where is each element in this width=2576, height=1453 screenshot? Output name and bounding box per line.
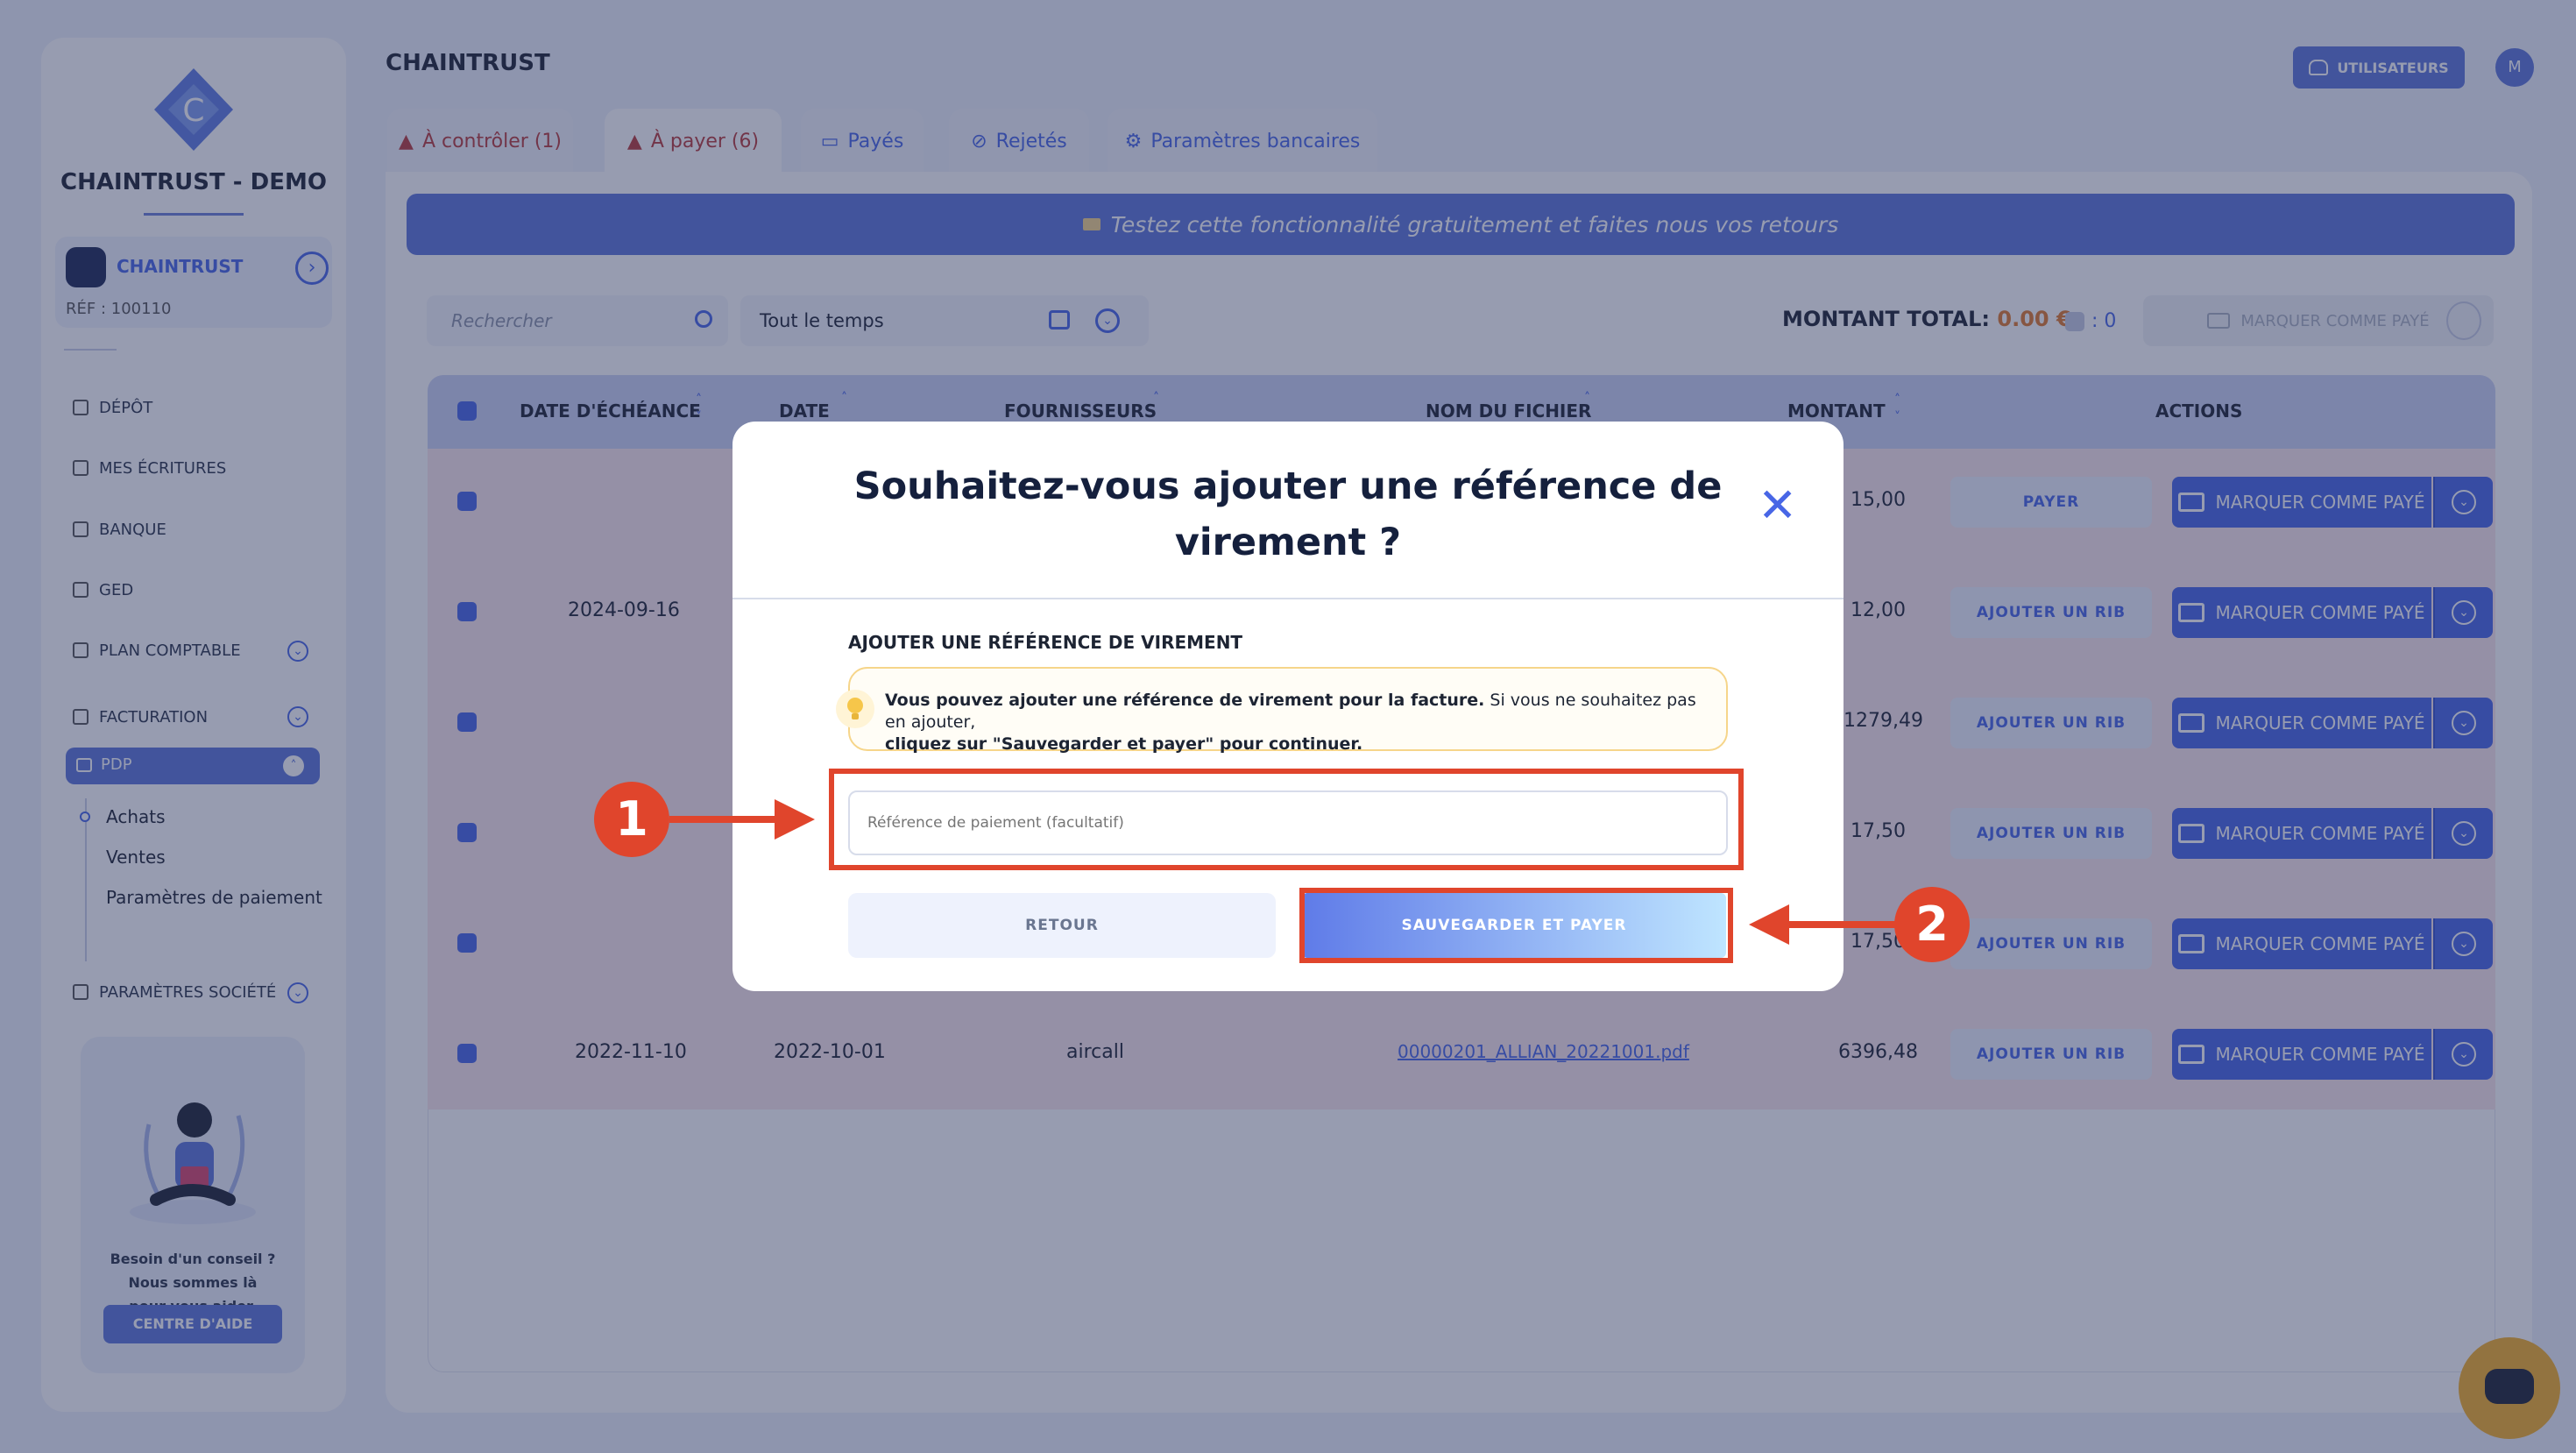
highlight-box (1299, 888, 1733, 963)
info-text: Vous pouvez ajouter une référence de vir… (885, 690, 1709, 755)
back-button[interactable]: RETOUR (848, 893, 1276, 958)
info-bold: Vous pouvez ajouter une référence de vir… (885, 691, 1485, 710)
lightbulb-icon (836, 690, 874, 728)
section-label: AJOUTER UNE RÉFÉRENCE DE VIREMENT (848, 632, 1243, 653)
arrow-right-icon (669, 799, 815, 840)
divider (732, 598, 1844, 599)
info-bold: cliquez sur "Sauvegarder et payer" pour … (885, 734, 1363, 754)
step-badge: 2 (1894, 887, 1970, 962)
step-badge: 1 (594, 782, 669, 857)
arrow-left-icon (1749, 904, 1896, 945)
modal-title: Souhaitez-vous ajouter une référence de … (853, 464, 1723, 564)
close-icon[interactable]: ✕ (1758, 478, 1797, 533)
highlight-box (829, 769, 1744, 870)
info-box: Vous pouvez ajouter une référence de vir… (836, 667, 1728, 754)
